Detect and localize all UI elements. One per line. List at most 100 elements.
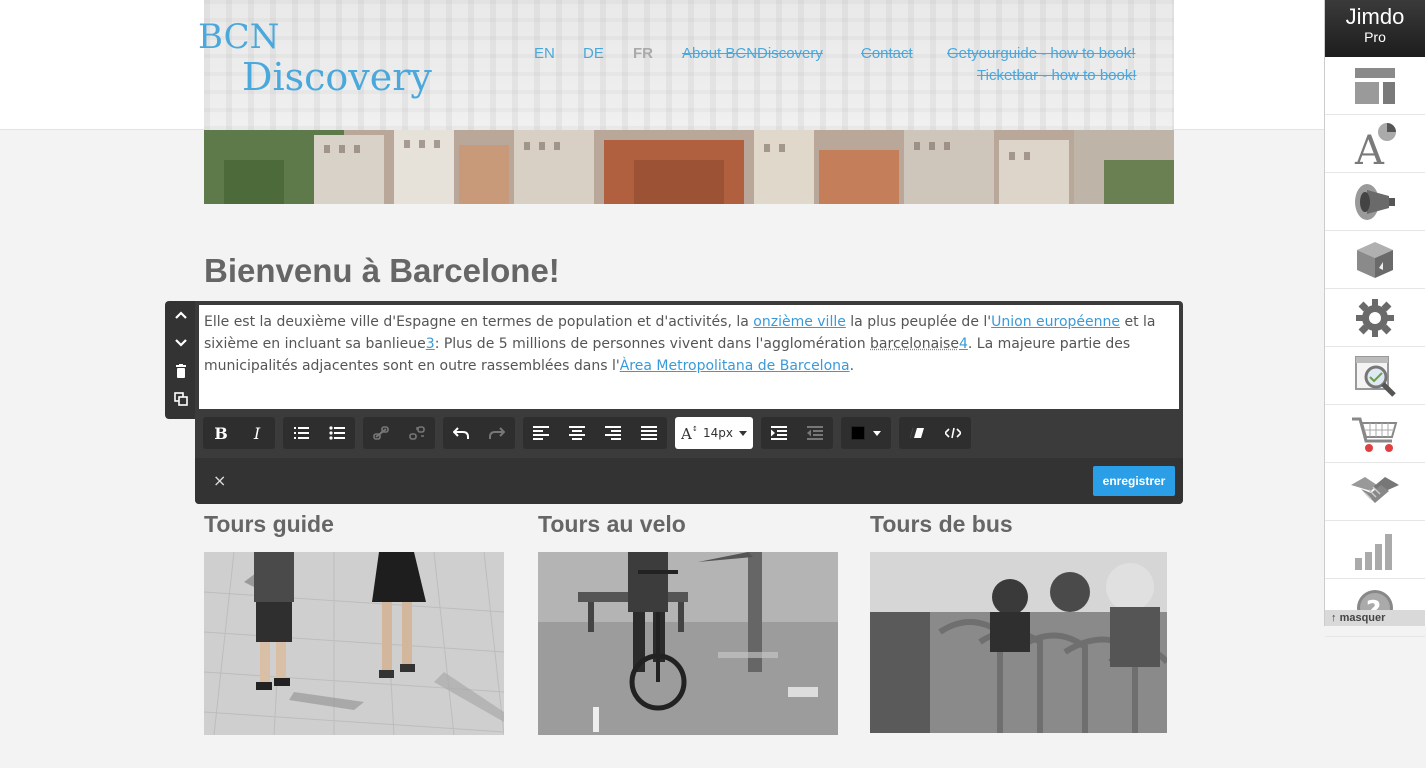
ordered-list-icon bbox=[294, 427, 309, 439]
spellcheck-word: barcelonaise bbox=[870, 336, 959, 352]
misc-group bbox=[899, 417, 971, 449]
logo-line-2: Discovery bbox=[242, 55, 432, 99]
undo-icon bbox=[453, 427, 469, 439]
move-down-button[interactable] bbox=[165, 329, 197, 357]
redo-button[interactable] bbox=[479, 417, 515, 449]
block-side-tools bbox=[165, 301, 197, 419]
outdent-button[interactable] bbox=[797, 417, 833, 449]
code-icon bbox=[945, 427, 961, 439]
text-fragment: la plus peuplée de l' bbox=[845, 314, 992, 330]
lang-fr[interactable]: FR bbox=[633, 45, 653, 62]
style-button[interactable]: A bbox=[1325, 115, 1425, 173]
settings-button[interactable] bbox=[1325, 289, 1425, 347]
seo-button[interactable] bbox=[1325, 347, 1425, 405]
html-source-button[interactable] bbox=[935, 417, 971, 449]
text-fragment: : Plus de 5 millions de personnes vivent… bbox=[434, 336, 871, 352]
save-button[interactable]: enregistrer bbox=[1093, 466, 1175, 496]
link-area-metropolitana[interactable]: Àrea Metropolitana de Barcelona bbox=[620, 358, 850, 374]
align-left-button[interactable] bbox=[523, 417, 559, 449]
link-group bbox=[363, 417, 435, 449]
history-group bbox=[443, 417, 515, 449]
formatting-toolbar: B I A ↕ 14px bbox=[203, 417, 971, 449]
remove-link-button[interactable] bbox=[399, 417, 435, 449]
handshake-icon bbox=[1351, 476, 1399, 503]
bar-chart-icon bbox=[1355, 533, 1392, 570]
tour-title-velo: Tours au velo bbox=[538, 511, 686, 537]
indent-button[interactable] bbox=[761, 417, 797, 449]
promote-button[interactable] bbox=[1325, 173, 1425, 231]
ordered-list-button[interactable] bbox=[283, 417, 319, 449]
align-right-button[interactable] bbox=[595, 417, 631, 449]
align-justify-button[interactable] bbox=[631, 417, 667, 449]
bold-button[interactable]: B bbox=[203, 417, 239, 449]
font-size-select[interactable]: A ↕ 14px bbox=[675, 417, 753, 449]
tour-image-guide[interactable] bbox=[204, 552, 504, 735]
editor-content[interactable]: Elle est la deuxième ville d'Espagne en … bbox=[199, 305, 1179, 409]
box-icon bbox=[1357, 241, 1393, 278]
font-size-icon: A ↕ bbox=[681, 425, 697, 441]
statistics-button[interactable] bbox=[1325, 521, 1425, 579]
indent-icon bbox=[771, 426, 787, 440]
hide-sidebar-button[interactable]: ↑ masquer bbox=[1325, 610, 1425, 626]
layout-button[interactable] bbox=[1325, 57, 1425, 115]
outdent-icon bbox=[807, 426, 823, 440]
modules-button[interactable] bbox=[1325, 231, 1425, 289]
nav-contact-link[interactable]: Contact bbox=[861, 45, 913, 62]
close-editor-button[interactable]: × bbox=[213, 471, 226, 490]
font-size-value: 14px bbox=[703, 426, 733, 440]
undo-button[interactable] bbox=[443, 417, 479, 449]
jimdo-logo[interactable]: Jimdo Pro bbox=[1325, 0, 1425, 57]
font-style-icon: A bbox=[1354, 122, 1396, 166]
list-group bbox=[283, 417, 355, 449]
trash-icon bbox=[176, 364, 186, 378]
align-center-button[interactable] bbox=[559, 417, 595, 449]
cart-icon bbox=[1352, 417, 1398, 452]
copy-icon bbox=[174, 392, 188, 406]
nav-item-contact[interactable]: Contact bbox=[861, 45, 913, 62]
align-right-icon bbox=[605, 426, 621, 440]
italic-button[interactable]: I bbox=[239, 417, 275, 449]
tour-title-bus: Tours de bus bbox=[870, 511, 1013, 537]
insert-link-button[interactable] bbox=[363, 417, 399, 449]
nav-about-link[interactable]: About BCNDiscovery bbox=[682, 45, 823, 62]
bullet-list-button[interactable] bbox=[319, 417, 355, 449]
italic-icon: I bbox=[253, 423, 261, 443]
color-swatch bbox=[851, 426, 865, 440]
tour-image-bus[interactable] bbox=[870, 552, 1167, 733]
logo-line-1: BCN bbox=[198, 17, 280, 57]
delete-block-button[interactable] bbox=[165, 357, 197, 385]
clear-format-button[interactable] bbox=[899, 417, 935, 449]
caret-down-icon bbox=[873, 430, 881, 436]
partners-button[interactable] bbox=[1325, 463, 1425, 521]
nav-item-ticketbar[interactable]: Ticketbar - how to book! bbox=[977, 67, 1137, 84]
nav-getyourguide-link[interactable]: Getyourguide - how to book! bbox=[947, 45, 1135, 62]
help-button[interactable]: ? bbox=[1325, 579, 1425, 637]
move-up-button[interactable] bbox=[165, 301, 197, 329]
text-style-group: B I bbox=[203, 417, 275, 449]
link-union-europeenne[interactable]: Union européenne bbox=[991, 314, 1120, 330]
shop-button[interactable] bbox=[1325, 405, 1425, 463]
align-justify-icon bbox=[641, 426, 657, 440]
site-logo[interactable]: BCN Discovery bbox=[198, 20, 432, 96]
nav-item-about[interactable]: About BCNDiscovery bbox=[682, 45, 823, 62]
chevron-up-icon bbox=[175, 311, 187, 319]
layout-icon bbox=[1355, 67, 1395, 104]
footnote-link-3[interactable]: 3 bbox=[426, 336, 435, 352]
caret-down-icon bbox=[739, 430, 747, 436]
lang-en[interactable]: EN bbox=[534, 45, 555, 62]
nav-ticketbar-link[interactable]: Ticketbar - how to book! bbox=[977, 67, 1137, 84]
eraser-icon bbox=[910, 428, 924, 438]
tour-image-velo[interactable] bbox=[538, 552, 838, 735]
text-color-button[interactable] bbox=[841, 417, 891, 449]
unlink-icon bbox=[409, 426, 425, 440]
footnote-link-4[interactable]: 4 bbox=[959, 336, 968, 352]
alignment-group bbox=[523, 417, 667, 449]
lang-de[interactable]: DE bbox=[583, 45, 604, 62]
duplicate-block-button[interactable] bbox=[165, 385, 197, 413]
link-onzieme-ville[interactable]: onzième ville bbox=[753, 314, 846, 330]
jimdo-brand: Jimdo bbox=[1345, 4, 1405, 29]
text-fragment: . bbox=[849, 358, 855, 374]
editor-footer: × enregistrer bbox=[195, 458, 1183, 504]
nav-item-getyourguide[interactable]: Getyourguide - how to book! bbox=[947, 45, 1135, 62]
hide-label: masquer bbox=[1339, 612, 1386, 624]
